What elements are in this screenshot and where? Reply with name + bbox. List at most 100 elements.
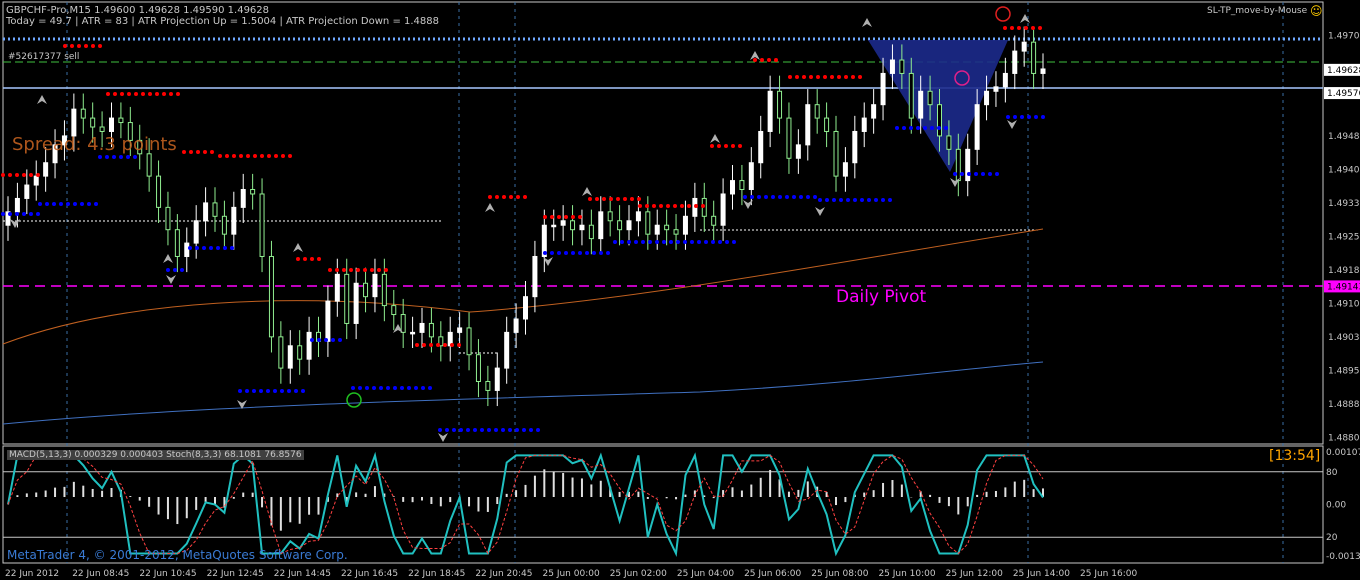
support-dots-dot [825,198,829,202]
support-dots-dot [881,198,885,202]
resistance-dots-dot [370,268,374,272]
resistance-dots-dot [557,215,561,219]
support-dots-dot [1,212,5,216]
support-dots-dot [585,251,589,255]
candle [908,72,914,119]
resistance-dots-dot [1010,26,1014,30]
resistance-dots-dot [182,150,186,154]
resistance-dots-dot [162,92,166,96]
candle [428,322,434,338]
resistance-dots-dot [523,195,527,199]
resistance-dots-dot [113,92,117,96]
price-chart[interactable]: 1.49705 1.49628 1.49576 1.49480 1.49405 1.493… [0,0,1360,580]
support-dots-dot [853,198,857,202]
resistance-dots [218,154,292,158]
resistance-dots-dot [738,144,742,148]
subwindow-tick-label: 80 [1326,468,1338,478]
resistance-dots-dot [422,343,426,347]
support-dots-dot [655,240,659,244]
fractal-up-arrow [710,134,720,143]
resistance-dots-dot [84,44,88,48]
resistance-dots-dot [823,75,827,79]
subwindow-max-label: 0.00107 [1326,448,1360,458]
resistance-dots [1003,26,1042,30]
resistance-dots [106,92,180,96]
candle [598,211,604,240]
candle [259,193,265,257]
resistance-dots-dot [274,154,278,158]
price-tick-label: 1.49405 [1328,165,1360,175]
chart-window[interactable]: 1.49705 1.49628 1.49576 1.49480 1.49405 1.493… [0,0,1360,580]
resistance-dots-dot [788,75,792,79]
candle [363,282,369,298]
fractal-down-arrow [1007,120,1017,129]
resistance-dots [753,58,778,62]
support-dots-dot [711,240,715,244]
support-dots-dot [294,389,298,393]
support-dots-dot [599,251,603,255]
support-dots-dot [1027,115,1031,119]
support-dots-dot [195,246,199,250]
candle [14,197,20,213]
resistance-dots-dot [609,197,613,201]
resistance-dots-dot [232,154,236,158]
support-dots-dot [166,268,170,272]
time-tick-label: 22 Jun 10:45 [139,569,196,579]
candle [334,273,340,302]
support-dots [98,155,137,159]
resistance-dots-dot [680,204,684,208]
price-tick-label: 1.49105 [1328,299,1360,309]
candle [184,242,190,257]
candle [523,296,528,320]
support-dots-dot [953,172,957,176]
resistance-dots-dot [328,268,332,272]
time-tick-label: 22 Jun 20:45 [475,569,532,579]
order-label[interactable]: #52617377 sell [8,52,79,62]
candle [730,180,735,195]
time-tick-label: 25 Jun 10:00 [878,569,935,579]
candle [1040,68,1046,74]
resistance-dots-dot [457,343,461,347]
support-dots-dot [216,246,220,250]
resistance-dots-dot [616,197,620,201]
resistance-dots-dot [637,197,641,201]
macd-histogram [16,469,1044,531]
support-dots-dot [94,202,98,206]
resistance-dots-dot [127,92,131,96]
support-dots-dot [230,246,234,250]
support-dots-dot [867,198,871,202]
candle [1031,41,1037,74]
support-dots [895,126,948,130]
candle [560,220,566,226]
resistance-dots-dot [141,92,145,96]
time-tick-label: 22 Jun 18:45 [408,569,465,579]
price-tick-label: 1.49180 [1328,266,1360,276]
resistance-dots [63,44,102,48]
support-dots-dot [112,155,116,159]
candle [250,189,256,195]
candle [532,255,538,298]
support-dots-dot [238,389,242,393]
candle [353,282,359,324]
resistance-dots-dot [858,75,862,79]
price-tick-label: 1.49480 [1328,132,1360,142]
fractal-up-arrow [582,187,592,196]
support-dots-dot [902,126,906,130]
support-dots-dot [452,428,456,432]
support-dots [818,198,892,202]
smiley-marker-red [995,6,1011,22]
resistance-dots-dot [564,215,568,219]
fractal-down-arrow [815,207,825,216]
support-dots-dot [683,240,687,244]
candle [617,220,623,231]
expert-advisor-name[interactable]: SL-TP_move-by-Mouse [1207,6,1307,16]
resistance-dots-dot [652,204,656,208]
resistance-dots-dot [349,268,353,272]
resistance-dots-dot [296,257,300,261]
time-tick-label: 25 Jun 02:00 [610,569,667,579]
resistance-dots-dot [571,215,575,219]
candle [833,130,839,177]
candle [165,206,171,231]
candles [5,26,1046,407]
resistance-dots-dot [443,343,447,347]
